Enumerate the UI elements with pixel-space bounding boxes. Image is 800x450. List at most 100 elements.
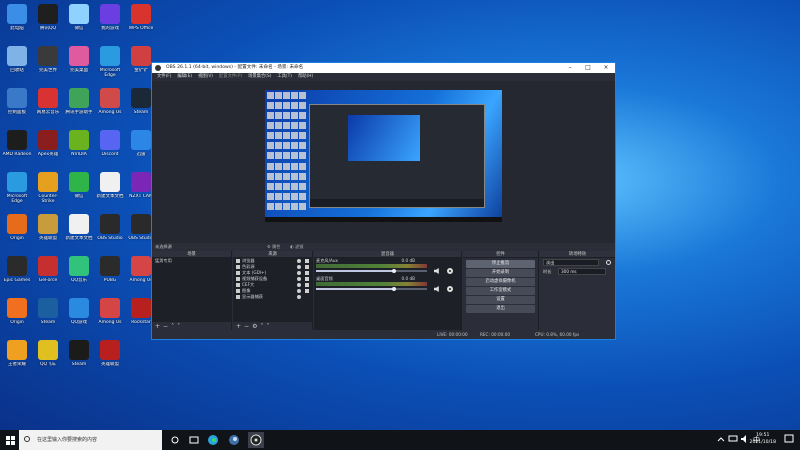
eye-icon[interactable] [297, 259, 301, 263]
lock-icon[interactable] [305, 283, 309, 287]
transition-gear-icon[interactable] [606, 260, 611, 265]
desktop-icon[interactable]: 新建文本文档 [63, 212, 95, 254]
desktop-icon[interactable]: 完美桌面 [63, 44, 95, 86]
eye-icon[interactable] [297, 277, 301, 281]
menu-profile[interactable]: 配置文件(P) [217, 73, 244, 81]
desktop-icon[interactable]: Discord [94, 128, 126, 170]
minimize-icon[interactable]: – [561, 63, 579, 73]
filters-button[interactable]: ◐ 滤镜 [290, 243, 303, 251]
close-icon[interactable]: × [597, 63, 615, 73]
eye-icon[interactable] [297, 283, 301, 287]
desktop-icon[interactable]: AMD Radeon [1, 128, 33, 170]
cortana-icon[interactable] [167, 432, 183, 448]
menu-help[interactable]: 帮助(H) [296, 73, 315, 81]
eye-icon[interactable] [297, 271, 301, 275]
notification-icon[interactable] [784, 434, 794, 444]
gear-icon[interactable] [447, 268, 453, 274]
edge-icon[interactable] [205, 432, 221, 448]
desktop-icon[interactable]: Among Us [94, 86, 126, 128]
speaker-icon[interactable] [434, 286, 439, 292]
desktop-icon[interactable]: 微信 [63, 170, 95, 212]
menu-view[interactable]: 视图(V) [196, 73, 215, 81]
move-down-icon[interactable]: ˅ [266, 323, 272, 330]
properties-button[interactable]: ⚙ 属性 [267, 243, 280, 251]
add-source-icon[interactable]: + [236, 323, 244, 330]
studio-mode-button[interactable]: 工作室模式 [466, 287, 535, 295]
desktop-icon[interactable]: Origin [1, 296, 33, 338]
desktop-icon[interactable]: Apex英雄 [32, 128, 64, 170]
duration-input[interactable]: 300 ms [558, 268, 606, 275]
taskbar-clock[interactable]: 19:51 2021/10/18 [750, 432, 776, 446]
desktop-icon[interactable]: 网易云音乐 [32, 86, 64, 128]
network-icon[interactable] [728, 434, 738, 444]
virtual-camera-button[interactable]: 启动虚拟摄像机 [466, 278, 535, 286]
volume-knob[interactable] [391, 287, 396, 291]
lock-icon[interactable] [305, 259, 309, 263]
desktop-icon[interactable]: Steam [32, 296, 64, 338]
desktop-icon[interactable]: WPS Office [125, 2, 157, 44]
desktop-icon[interactable]: Microsoft Edge [1, 170, 33, 212]
desktop-icon[interactable]: OBS Studio [94, 212, 126, 254]
desktop-icon[interactable]: 王者荣耀 [1, 338, 33, 380]
desktop-icon[interactable]: Counter-Strike [32, 170, 64, 212]
desktop-icon[interactable]: Among Us [94, 296, 126, 338]
settings-button[interactable]: 设置 [466, 296, 535, 304]
menu-tools[interactable]: 工具(T) [275, 73, 294, 81]
remove-scene-icon[interactable]: − [163, 323, 171, 330]
eye-icon[interactable] [297, 289, 301, 293]
tray-chevron-icon[interactable] [716, 434, 726, 444]
stop-streaming-button[interactable]: 停止推流 [466, 260, 535, 268]
desktop-icon[interactable]: 英雄联盟 [32, 212, 64, 254]
start-recording-button[interactable]: 开始录制 [466, 269, 535, 277]
desktop-icon[interactable]: QQ音乐 [63, 254, 95, 296]
lock-icon[interactable] [305, 265, 309, 269]
menu-file[interactable]: 文件(F) [155, 73, 173, 81]
lock-icon[interactable] [305, 271, 309, 275]
eye-icon[interactable] [297, 265, 301, 269]
lock-icon[interactable] [305, 277, 309, 281]
desktop-icon[interactable]: 控制面板 [1, 86, 33, 128]
desktop-icon[interactable]: 腾讯QQ [32, 2, 64, 44]
desktop-icon[interactable]: 微信 [63, 2, 95, 44]
obs-taskbar-icon[interactable] [248, 432, 264, 448]
menu-edit[interactable]: 编辑(E) [175, 73, 194, 81]
menu-scene-collection[interactable]: 场景集合(S) [246, 73, 273, 81]
desktop-icon[interactable]: PUBG [94, 254, 126, 296]
maximize-icon[interactable]: □ [579, 63, 597, 73]
desktop-icon[interactable]: 腾讯手游助手 [63, 86, 95, 128]
taskbar-search-box[interactable]: 在这里输入你要搜索的内容 [19, 430, 162, 450]
eye-icon[interactable] [297, 295, 301, 299]
volume-icon[interactable] [740, 434, 750, 444]
exit-button[interactable]: 退出 [466, 305, 535, 313]
desktop-icon[interactable]: 英雄联盟 [94, 338, 126, 380]
task-view-icon[interactable] [186, 432, 202, 448]
desktop-icon[interactable]: 我的游戏 [94, 2, 126, 44]
transition-select[interactable]: 淡出 [543, 259, 599, 266]
desktop-icon[interactable]: 完美世界 [32, 44, 64, 86]
desktop-icon[interactable]: Steam [63, 338, 95, 380]
add-scene-icon[interactable]: + [155, 323, 163, 330]
obs-titlebar[interactable]: OBS 26.1.1 (64-bit, windows) - 配置文件: 未命名… [152, 63, 615, 73]
desktop-icon[interactable]: Microsoft Edge [94, 44, 126, 86]
desktop-icon[interactable]: QQ游戏 [63, 296, 95, 338]
desktop-icon[interactable]: 此电脑 [1, 2, 33, 44]
start-button[interactable] [2, 430, 18, 450]
remove-source-icon[interactable]: − [244, 323, 252, 330]
desktop-icon[interactable]: 新建文本文档 [94, 170, 126, 212]
gear-icon[interactable] [447, 286, 453, 292]
move-down-icon[interactable]: ˅ [177, 323, 183, 330]
source-item-display[interactable]: 显示器捕获 [233, 294, 312, 300]
volume-slider[interactable] [316, 287, 427, 291]
desktop-icon[interactable]: QQ飞车 [32, 338, 64, 380]
desktop-icon[interactable]: NVIDIA [63, 128, 95, 170]
desktop-icon[interactable]: Epic Games [1, 254, 33, 296]
desktop-icon[interactable]: Origin [1, 212, 33, 254]
desktop-icon[interactable]: GeForce [32, 254, 64, 296]
lock-icon[interactable] [305, 289, 309, 293]
scene-item[interactable]: 猛男专用 [152, 258, 231, 264]
speaker-icon[interactable] [434, 268, 439, 274]
desktop-icon[interactable]: 回收站 [1, 44, 33, 86]
volume-slider[interactable] [316, 269, 427, 273]
obs-window[interactable]: OBS 26.1.1 (64-bit, windows) - 配置文件: 未命名… [151, 62, 616, 340]
volume-knob[interactable] [391, 269, 396, 273]
